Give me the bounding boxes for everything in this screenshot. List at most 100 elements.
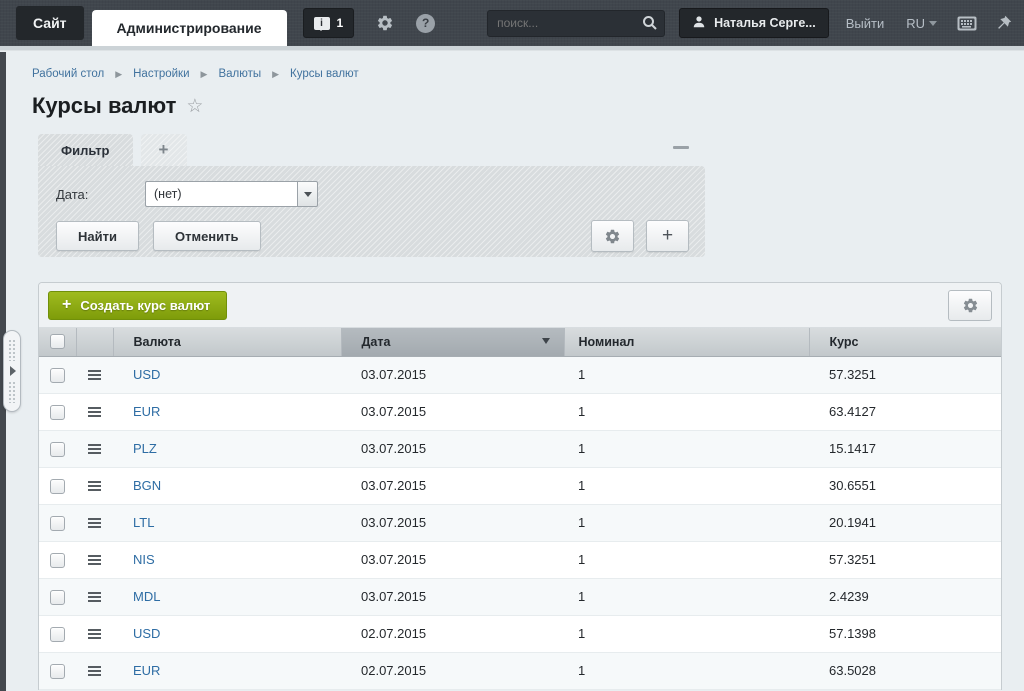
breadcrumb-desktop[interactable]: Рабочий стол bbox=[32, 68, 104, 80]
language-selector[interactable]: RU bbox=[906, 16, 937, 31]
row-menu-icon[interactable] bbox=[88, 479, 101, 493]
search-icon[interactable] bbox=[642, 15, 658, 36]
currency-link[interactable]: USD bbox=[133, 626, 160, 641]
table-row: USD 02.07.2015 1 57.1398 bbox=[39, 615, 1002, 652]
date-cell: 03.07.2015 bbox=[341, 504, 564, 541]
row-menu-icon[interactable] bbox=[88, 368, 101, 382]
nominal-cell: 1 bbox=[564, 504, 809, 541]
settings-gear-icon[interactable] bbox=[376, 14, 394, 32]
chevron-down-icon bbox=[304, 192, 312, 201]
row-checkbox[interactable] bbox=[50, 405, 65, 420]
row-menu-icon[interactable] bbox=[88, 627, 101, 641]
row-checkbox[interactable] bbox=[50, 664, 65, 679]
notification-count: 1 bbox=[337, 16, 344, 30]
sidebar-toggle-handle[interactable] bbox=[3, 330, 21, 412]
column-header-nominal[interactable]: Номинал bbox=[564, 328, 809, 356]
grid-toolbar: + Создать курс валют bbox=[39, 283, 1001, 328]
row-checkbox[interactable] bbox=[50, 553, 65, 568]
row-menu-icon[interactable] bbox=[88, 590, 101, 604]
rate-cell: 20.1941 bbox=[809, 504, 1002, 541]
help-icon[interactable]: ? bbox=[416, 14, 435, 33]
column-header-date[interactable]: Дата bbox=[341, 328, 564, 356]
row-menu-icon[interactable] bbox=[88, 405, 101, 419]
cancel-button[interactable]: Отменить bbox=[153, 221, 261, 251]
notifications-button[interactable]: i 1 bbox=[303, 8, 355, 38]
rate-cell: 57.3251 bbox=[809, 356, 1002, 393]
row-menu-icon[interactable] bbox=[88, 516, 101, 530]
row-checkbox[interactable] bbox=[50, 590, 65, 605]
table-row: EUR 03.07.2015 1 63.4127 bbox=[39, 393, 1002, 430]
favorite-star-icon[interactable]: ☆ bbox=[186, 95, 203, 118]
breadcrumb-separator-icon: ▶ bbox=[272, 69, 279, 80]
currency-link[interactable]: LTL bbox=[133, 515, 154, 530]
create-rate-label: Создать курс валют bbox=[80, 298, 210, 313]
chevron-right-icon bbox=[10, 366, 16, 376]
keyboard-icon[interactable] bbox=[957, 16, 977, 31]
breadcrumb-separator-icon: ▶ bbox=[115, 69, 122, 80]
tab-filter[interactable]: Фильтр bbox=[38, 134, 133, 166]
currency-link[interactable]: EUR bbox=[133, 404, 160, 419]
search-input[interactable] bbox=[487, 10, 665, 37]
row-checkbox[interactable] bbox=[50, 442, 65, 457]
table-header-row: Валюта Дата Номинал Курс bbox=[39, 328, 1002, 356]
nominal-cell: 1 bbox=[564, 393, 809, 430]
select-all-checkbox[interactable] bbox=[50, 334, 65, 349]
rate-cell: 30.6551 bbox=[809, 467, 1002, 504]
handle-dots bbox=[8, 381, 16, 403]
date-cell: 02.07.2015 bbox=[341, 615, 564, 652]
date-cell: 02.07.2015 bbox=[341, 652, 564, 689]
topbar: Сайт Администрирование i 1 ? Наталья Сер… bbox=[0, 0, 1024, 46]
collapse-filter-button[interactable] bbox=[673, 146, 689, 149]
row-checkbox[interactable] bbox=[50, 479, 65, 494]
row-checkbox[interactable] bbox=[50, 627, 65, 642]
user-menu-button[interactable]: Наталья Серге... bbox=[679, 8, 829, 38]
date-filter-value[interactable]: (нет) bbox=[145, 181, 297, 207]
nominal-cell: 1 bbox=[564, 578, 809, 615]
user-icon bbox=[692, 15, 706, 32]
date-filter-dropdown-button[interactable] bbox=[297, 181, 318, 207]
date-cell: 03.07.2015 bbox=[341, 356, 564, 393]
row-checkbox[interactable] bbox=[50, 368, 65, 383]
table-row: NIS 03.07.2015 1 57.3251 bbox=[39, 541, 1002, 578]
column-header-currency[interactable]: Валюта bbox=[113, 328, 341, 356]
column-header-rate[interactable]: Курс bbox=[809, 328, 1002, 356]
row-menu-icon[interactable] bbox=[88, 442, 101, 456]
row-checkbox[interactable] bbox=[50, 516, 65, 531]
currency-link[interactable]: NIS bbox=[133, 552, 155, 567]
breadcrumb: Рабочий стол ▶ Настройки ▶ Валюты ▶ Курс… bbox=[32, 51, 1024, 80]
select-all-header[interactable] bbox=[39, 328, 76, 356]
topbar-search bbox=[487, 10, 665, 37]
tab-administration[interactable]: Администрирование bbox=[92, 10, 287, 46]
chevron-down-icon bbox=[929, 21, 937, 30]
breadcrumb-currencies[interactable]: Валюты bbox=[218, 68, 261, 80]
currency-link[interactable]: BGN bbox=[133, 478, 161, 493]
breadcrumb-currency-rates[interactable]: Курсы валют bbox=[290, 68, 359, 80]
currency-link[interactable]: EUR bbox=[133, 663, 160, 678]
breadcrumb-settings[interactable]: Настройки bbox=[133, 68, 189, 80]
grid-settings-button[interactable] bbox=[948, 290, 992, 321]
add-filter-tab-button[interactable]: + bbox=[141, 134, 187, 166]
filter-block: Фильтр + Дата: (нет) Найти Отменить bbox=[38, 134, 705, 257]
add-filter-field-button[interactable]: + bbox=[646, 220, 689, 252]
row-menu-icon[interactable] bbox=[88, 553, 101, 567]
create-rate-button[interactable]: + Создать курс валют bbox=[48, 291, 227, 320]
user-name: Наталья Серге... bbox=[714, 16, 816, 30]
filter-settings-button[interactable] bbox=[591, 220, 634, 252]
currency-link[interactable]: USD bbox=[133, 367, 160, 382]
currency-link[interactable]: PLZ bbox=[133, 441, 157, 456]
pin-icon[interactable] bbox=[995, 15, 1012, 32]
column-header-date-label: Дата bbox=[362, 335, 391, 349]
date-filter-select[interactable]: (нет) bbox=[145, 181, 318, 207]
currency-rates-grid: + Создать курс валют Валюта Дата Номина bbox=[38, 282, 1002, 690]
nominal-cell: 1 bbox=[564, 430, 809, 467]
find-button[interactable]: Найти bbox=[56, 221, 139, 251]
rate-cell: 15.1417 bbox=[809, 430, 1002, 467]
date-filter-label: Дата: bbox=[56, 187, 145, 202]
table-row: USD 03.07.2015 1 57.3251 bbox=[39, 356, 1002, 393]
currency-link[interactable]: MDL bbox=[133, 589, 160, 604]
rate-cell: 57.1398 bbox=[809, 615, 1002, 652]
nominal-cell: 1 bbox=[564, 541, 809, 578]
tab-site[interactable]: Сайт bbox=[16, 6, 84, 40]
row-menu-icon[interactable] bbox=[88, 664, 101, 678]
logout-link[interactable]: Выйти bbox=[846, 16, 885, 31]
